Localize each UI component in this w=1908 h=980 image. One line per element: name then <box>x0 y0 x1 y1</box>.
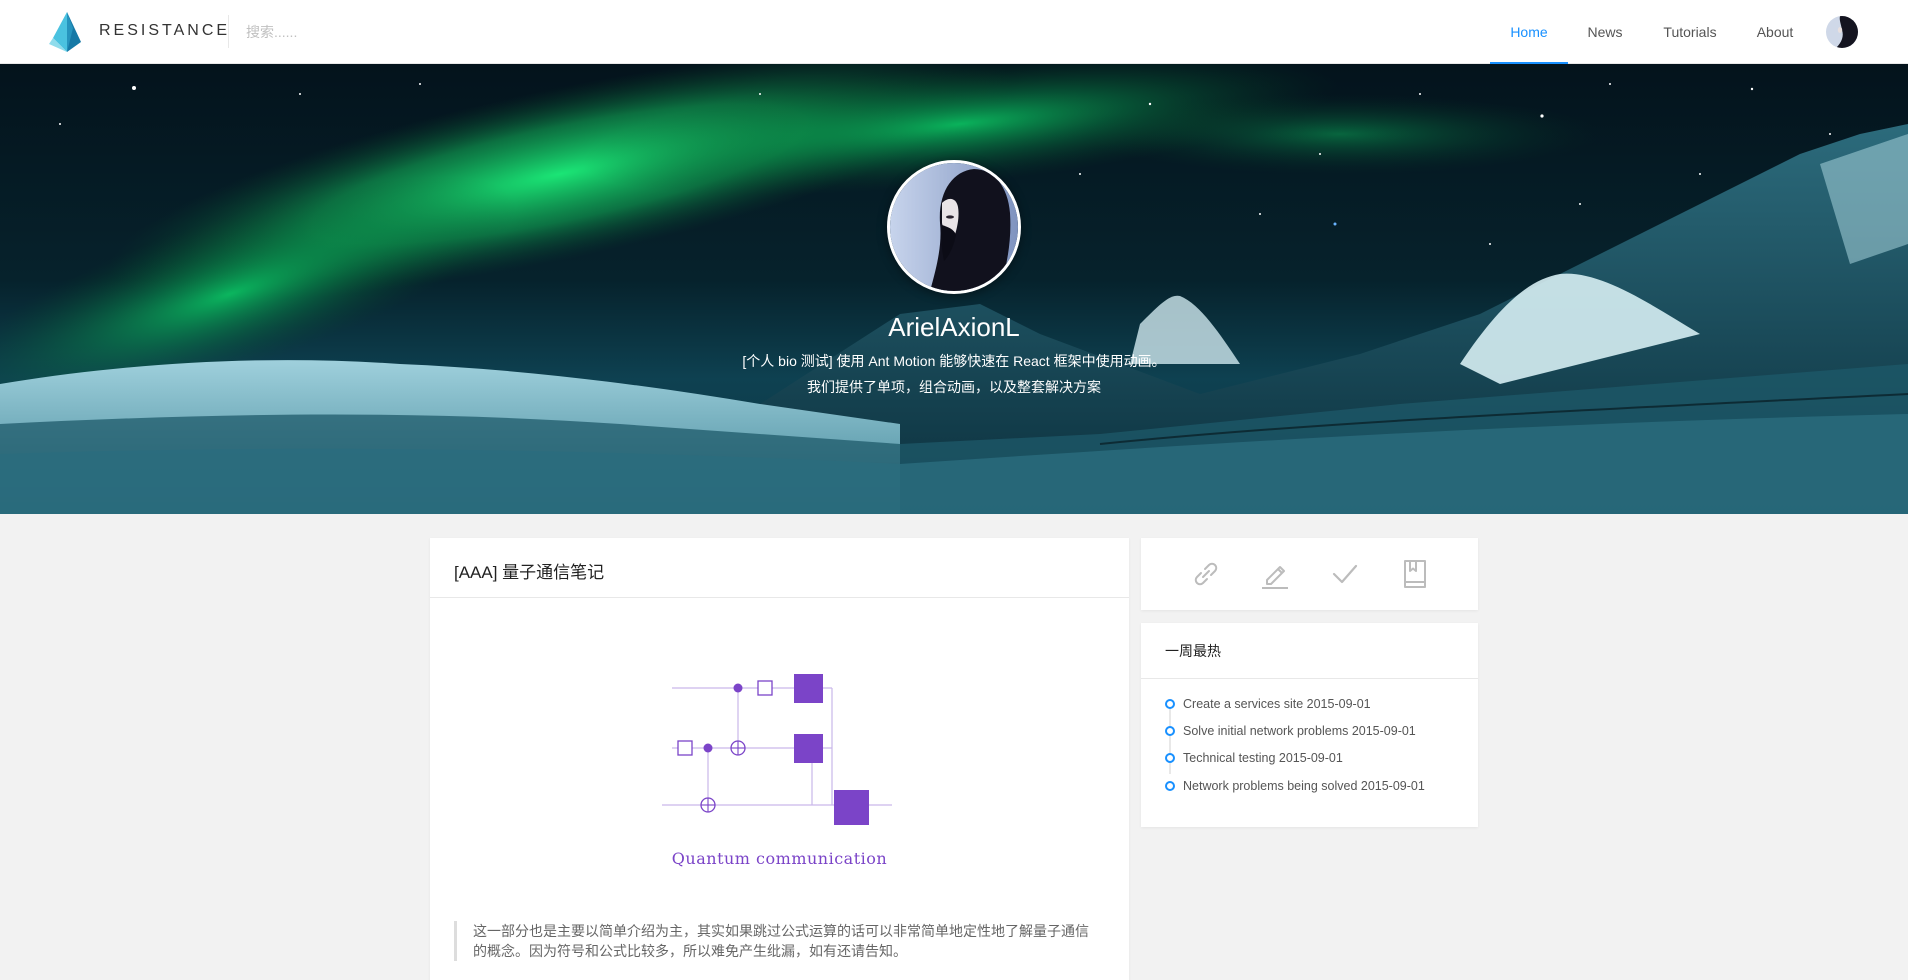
user-avatar[interactable] <box>1826 16 1858 48</box>
nav-home[interactable]: Home <box>1490 0 1568 65</box>
brand-name[interactable]: RESISTANCE <box>99 22 230 40</box>
nav-news[interactable]: News <box>1568 0 1642 64</box>
weekly-hot-divider <box>1141 678 1478 679</box>
figure-caption: Quantum communication <box>671 849 888 868</box>
profile-bio-line1: [个人 bio 测试] 使用 Ant Motion 能够快速在 React 框架… <box>742 353 1166 369</box>
timeline-dot-icon <box>1165 699 1175 709</box>
search-input[interactable] <box>246 20 546 44</box>
timeline-dot-icon <box>1165 753 1175 763</box>
weekly-hot-item-label: Network problems being solved 2015-09-01 <box>1183 779 1425 793</box>
nav-tutorials[interactable]: Tutorials <box>1642 0 1738 64</box>
weekly-hot-card: 一周最热 Create a services site 2015-09-01 S… <box>1141 623 1478 827</box>
weekly-hot-item-label: Technical testing 2015-09-01 <box>1183 751 1343 765</box>
weekly-hot-item-label: Solve initial network problems 2015-09-0… <box>1183 724 1416 738</box>
nav-home-label: Home <box>1510 24 1548 40</box>
weekly-hot-item[interactable]: Solve initial network problems 2015-09-0… <box>1165 720 1416 742</box>
tools-card <box>1141 538 1478 610</box>
hero-banner: ArielAxionL [个人 bio 测试] 使用 Ant Motion 能够… <box>0 64 1908 514</box>
post-quote: 这一部分也是主要以简单介绍为主，其实如果跳过公式运算的话可以非常简单地定性地了解… <box>454 921 1094 961</box>
timeline-dot-icon <box>1165 726 1175 736</box>
bookmark-icon[interactable] <box>1399 558 1431 590</box>
nav-tutorials-label: Tutorials <box>1663 24 1717 40</box>
nav-about-label: About <box>1756 24 1794 40</box>
weekly-hot-item-label: Create a services site 2015-09-01 <box>1183 697 1371 711</box>
check-icon[interactable] <box>1329 558 1361 590</box>
weekly-hot-item[interactable]: Network problems being solved 2015-09-01 <box>1165 775 1425 797</box>
weekly-hot-item[interactable]: Technical testing 2015-09-01 <box>1165 747 1343 769</box>
profile-bio-line2: 我们提供了单项，组合动画，以及整套解决方案 <box>807 379 1101 395</box>
pencil-icon[interactable] <box>1259 558 1291 590</box>
header-divider <box>228 15 229 48</box>
post-divider <box>430 597 1129 598</box>
nav-about[interactable]: About <box>1738 0 1812 64</box>
post-title[interactable]: [AAA] 量子通信笔记 <box>454 558 604 583</box>
link-icon[interactable] <box>1190 558 1222 590</box>
top-navbar: RESISTANCE Home News Tutorials About <box>0 0 1908 65</box>
weekly-hot-item[interactable]: Create a services site 2015-09-01 <box>1165 693 1371 715</box>
profile-name: ArielAxionL <box>888 312 1020 342</box>
timeline-dot-icon <box>1165 781 1175 791</box>
profile-avatar[interactable] <box>887 160 1021 294</box>
quantum-circuit-figure <box>662 674 892 825</box>
logo-icon[interactable] <box>48 12 84 52</box>
nav-news-label: News <box>1587 24 1623 40</box>
weekly-hot-title: 一周最热 <box>1165 643 1221 659</box>
post-card: [AAA] 量子通信笔记 Quantum communication 这一部分也… <box>430 538 1129 980</box>
